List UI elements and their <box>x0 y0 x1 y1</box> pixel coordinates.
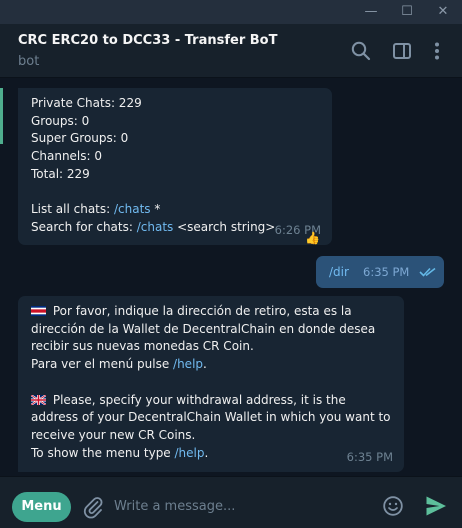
spanish-paragraph: Por favor, indique la dirección de retir… <box>31 303 391 374</box>
message-input[interactable] <box>114 495 364 517</box>
stats-line: Channels: 0 <box>31 149 103 164</box>
chat-header[interactable]: CRC ERC20 to DCC33 - Transfer BoT bot <box>0 24 462 78</box>
more-vertical-icon[interactable] <box>426 40 448 62</box>
uk-flag-icon <box>31 394 46 405</box>
attach-icon[interactable] <box>82 495 104 519</box>
search-suffix: <search string> <box>173 219 276 234</box>
stats-line: Total: 229 <box>31 166 90 181</box>
list-all-suffix: * <box>150 202 161 217</box>
english-menu-prefix: To show the menu type <box>31 445 175 460</box>
message-list[interactable]: Private Chats: 229 Groups: 0 Super Group… <box>0 78 462 476</box>
instructions-message[interactable]: Por favor, indique la dirección de retir… <box>18 296 404 472</box>
search-icon[interactable] <box>350 40 372 62</box>
window-titlebar: — ☐ ✕ <box>0 0 462 24</box>
message-composer: Menu <box>0 476 462 528</box>
spanish-menu-suffix: . <box>203 357 207 372</box>
chat-title: CRC ERC20 to DCC33 - Transfer BoT <box>18 33 278 48</box>
message-time: 6:35 PM <box>346 450 393 465</box>
spanish-text: Por favor, indique la dirección de retir… <box>31 304 376 354</box>
stats-line: Private Chats: 229 <box>31 96 142 110</box>
maximize-button[interactable]: ☐ <box>392 2 422 22</box>
thumbs-up-reaction-icon[interactable]: 👍 <box>305 231 320 245</box>
costa-rica-flag-icon <box>31 306 46 316</box>
send-icon[interactable] <box>424 494 448 518</box>
help-command-link[interactable]: /help <box>175 446 205 460</box>
double-check-icon <box>419 267 436 277</box>
sidebar-toggle-icon[interactable] <box>391 40 413 62</box>
chats-search-command-link[interactable]: /chats <box>137 220 174 234</box>
outgoing-message[interactable]: /dir 6:35 PM <box>316 256 444 288</box>
bot-menu-button[interactable]: Menu <box>12 492 71 522</box>
help-command-link[interactable]: /help <box>173 357 203 371</box>
message-time: 6:35 PM <box>363 265 410 279</box>
message-accent-bar <box>0 88 3 144</box>
stats-line: Groups: 0 <box>31 113 90 128</box>
close-button[interactable]: ✕ <box>428 2 458 22</box>
english-menu-suffix: . <box>204 445 209 460</box>
list-all-chats-line: List all chats: /chats * <box>31 201 319 219</box>
chat-subtitle: bot <box>18 54 40 69</box>
stats-message[interactable]: Private Chats: 229 Groups: 0 Super Group… <box>18 88 332 245</box>
list-all-prefix: List all chats: <box>31 202 114 217</box>
chats-command-link[interactable]: /chats <box>114 202 151 216</box>
search-prefix: Search for chats: <box>31 219 137 234</box>
stats-line: Super Groups: 0 <box>31 131 129 146</box>
dir-command-link[interactable]: /dir <box>329 265 349 279</box>
minimize-button[interactable]: — <box>356 2 386 22</box>
spanish-menu-prefix: Para ver el menú pulse <box>31 357 174 372</box>
emoji-icon[interactable] <box>382 495 404 517</box>
english-paragraph: Please, specify your withdrawal address,… <box>31 392 391 463</box>
english-text: Please, specify your withdrawal address,… <box>31 392 391 442</box>
